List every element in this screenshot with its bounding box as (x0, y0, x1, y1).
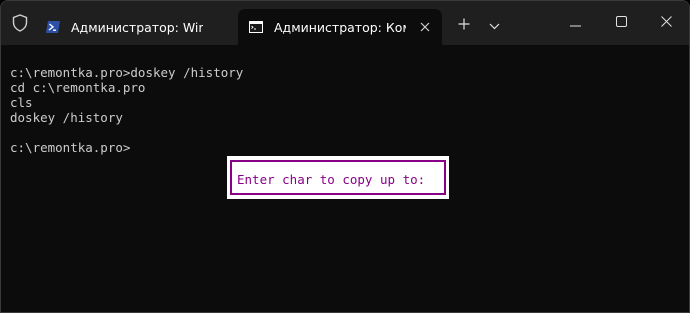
tab-command-prompt[interactable]: Администратор: Командная строка (238, 9, 442, 45)
console-line: cls (10, 95, 33, 110)
plus-icon (458, 15, 470, 34)
tab-dropdown-button[interactable] (479, 9, 509, 39)
console-line: c:\remontka.pro>doskey /history (10, 65, 244, 80)
new-tab-button[interactable] (449, 9, 479, 39)
console-prompt: c:\remontka.pro> (10, 140, 131, 155)
tab-powershell[interactable]: Администратор: Windows PowerShell (35, 9, 235, 45)
powershell-icon (45, 19, 61, 35)
tab-title: Администратор: Командная строка (274, 19, 406, 35)
maximize-icon (615, 12, 627, 31)
shield-icon (9, 12, 31, 34)
terminal-window: Администратор: Windows PowerShell Админи… (0, 0, 690, 313)
maximize-button[interactable] (598, 1, 644, 41)
tab-title: Администратор: Windows PowerShell (71, 19, 203, 35)
popup-border: Enter char to copy up to: (230, 160, 446, 195)
close-icon[interactable] (418, 20, 432, 34)
minimize-icon (569, 12, 581, 31)
minimize-button[interactable] (552, 1, 598, 41)
chevron-down-icon (489, 15, 500, 34)
popup-prompt: Enter char to copy up to: (237, 172, 433, 187)
copy-up-to-popup[interactable]: Enter char to copy up to: (227, 156, 449, 199)
console-line: doskey /history (10, 110, 123, 125)
title-bar[interactable]: Администратор: Windows PowerShell Админи… (1, 1, 689, 45)
close-window-button[interactable] (643, 1, 689, 41)
cmd-icon (248, 19, 264, 35)
console-line: cd c:\remontka.pro (10, 80, 146, 95)
close-icon (660, 12, 672, 31)
